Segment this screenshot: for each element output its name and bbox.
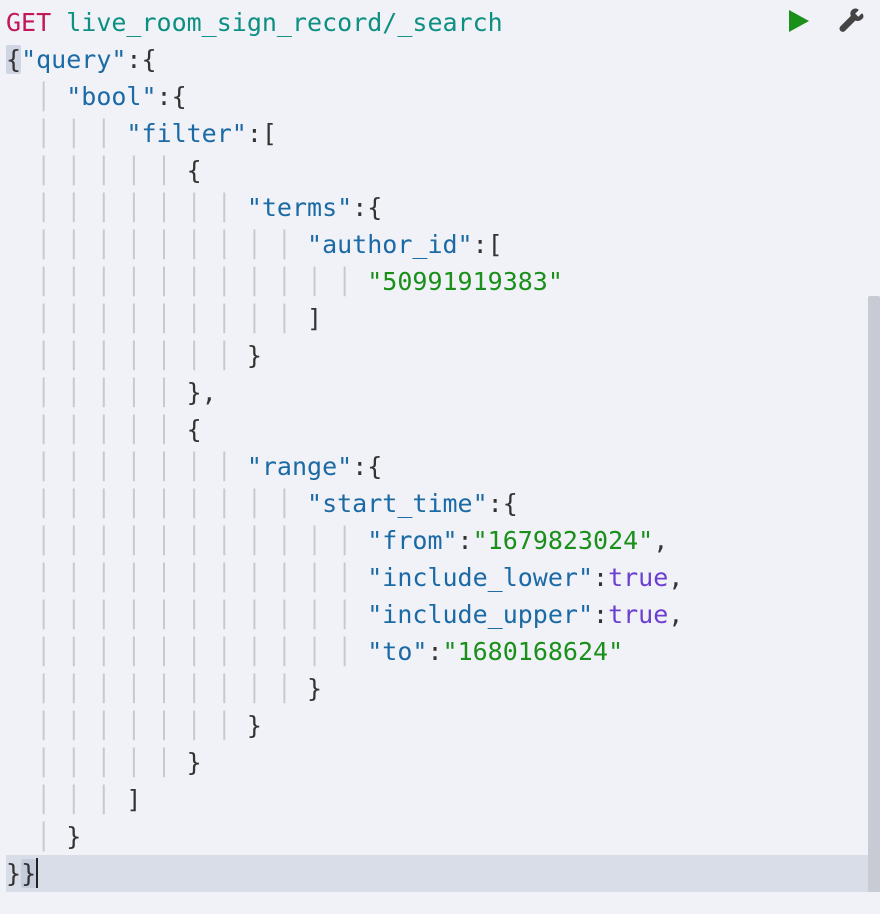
code-line[interactable]: │ │ │ │ │ │ │ │ │ │ │ "from":"1679823024… [6, 522, 880, 559]
key-from: "from" [367, 526, 457, 555]
vertical-scrollbar[interactable] [868, 296, 880, 892]
code-line[interactable]: │ │ │ │ │ │ │ } [6, 337, 880, 374]
key-range: "range" [247, 452, 352, 481]
code-line[interactable]: │ "bool":{ [6, 78, 880, 115]
key-terms: "terms" [247, 193, 352, 222]
code-line[interactable]: │ │ │ │ │ │ │ │ │ } [6, 670, 880, 707]
text-cursor [36, 858, 38, 888]
code-line[interactable]: │ │ │ │ │ │ │ "range":{ [6, 448, 880, 485]
key-filter: "filter" [126, 119, 246, 148]
brace-open: { [6, 45, 21, 74]
code-line[interactable]: │ │ │ │ │ │ │ │ │ │ │ "to":"1680168624" [6, 633, 880, 670]
code-line[interactable]: │ │ │ │ │ │ │ │ │ "start_time":{ [6, 485, 880, 522]
key-include-upper: "include_upper" [367, 600, 593, 629]
code-line[interactable]: │ │ │ "filter":[ [6, 115, 880, 152]
code-line[interactable]: │ │ │ │ │ │ │ } [6, 707, 880, 744]
code-line[interactable]: │ │ │ │ │ │ │ │ │ │ │ "include_upper":tr… [6, 596, 880, 633]
code-line[interactable]: │ │ │ │ │ │ │ │ │ │ │ "include_lower":tr… [6, 559, 880, 596]
code-line[interactable]: │ │ │ │ │ { [6, 152, 880, 189]
code-line[interactable]: │ │ │ │ │ } [6, 744, 880, 781]
code-line[interactable]: │ │ │ │ │ │ │ │ │ "author_id":[ [6, 226, 880, 263]
code-line[interactable]: │ │ │ │ │ { [6, 411, 880, 448]
request-path: live_room_sign_record/_search [66, 8, 503, 37]
code-line[interactable]: }} [6, 855, 880, 892]
value-from: "1679823024" [473, 526, 654, 555]
brace-close: } [21, 859, 36, 888]
code-line[interactable]: │ │ │ ] [6, 781, 880, 818]
code-line[interactable]: │ } [6, 818, 880, 855]
value-include-lower: true [608, 563, 668, 592]
key-author-id: "author_id" [307, 230, 473, 259]
value-to: "1680168624" [443, 637, 624, 666]
code-line[interactable]: │ │ │ │ │ │ │ │ │ ] [6, 300, 880, 337]
code-line[interactable]: GET live_room_sign_record/_search [6, 4, 880, 41]
code-line[interactable]: {"query":{ [6, 41, 880, 78]
key-bool: "bool" [66, 82, 156, 111]
key-to: "to" [367, 637, 427, 666]
http-method: GET [6, 8, 51, 37]
key-start-time: "start_time" [307, 489, 488, 518]
key-query: "query" [21, 45, 126, 74]
code-line[interactable]: │ │ │ │ │ │ │ │ │ │ │ "50991919383" [6, 263, 880, 300]
value-author-id-0: "50991919383" [367, 267, 563, 296]
code-lines: GET live_room_sign_record/_search {"quer… [0, 4, 880, 892]
code-editor[interactable]: GET live_room_sign_record/_search {"quer… [0, 0, 880, 914]
key-include-lower: "include_lower" [367, 563, 593, 592]
code-line[interactable]: │ │ │ │ │ │ │ "terms":{ [6, 189, 880, 226]
value-include-upper: true [608, 600, 668, 629]
code-line[interactable]: │ │ │ │ │ }, [6, 374, 880, 411]
